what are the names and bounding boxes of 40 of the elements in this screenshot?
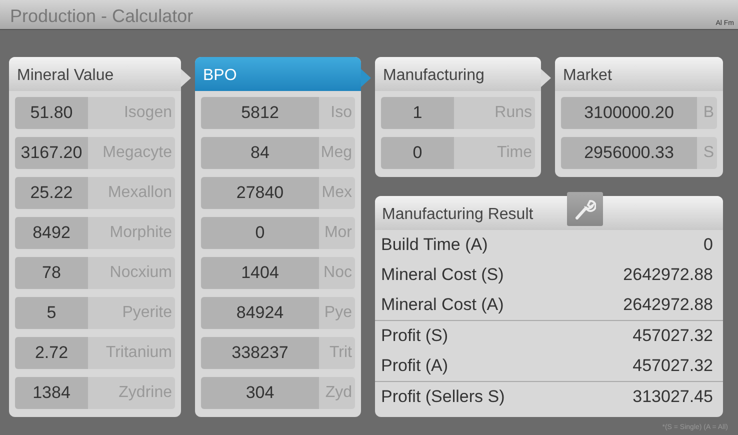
result-value: 2642972.88 xyxy=(623,264,713,286)
value-field[interactable]: 2956000.33 xyxy=(561,137,697,169)
result-label: Profit (A) xyxy=(381,355,448,378)
value-field[interactable]: 1404 xyxy=(201,257,319,289)
result-label: Profit (S) xyxy=(381,325,448,348)
value-field[interactable]: 2.72 xyxy=(15,337,88,369)
result-value: 0 xyxy=(704,234,713,256)
panel-title: Manufacturing Result xyxy=(382,205,534,225)
value-field[interactable]: 84924 xyxy=(201,297,319,329)
value-field[interactable]: 84 xyxy=(201,137,319,169)
value-field[interactable]: 1384 xyxy=(15,377,88,409)
result-label: Profit (Sellers S) xyxy=(381,386,505,408)
value-field[interactable]: 78 xyxy=(15,257,88,289)
value-field[interactable]: 0 xyxy=(381,137,454,169)
value-field[interactable]: 51.80 xyxy=(15,97,88,129)
value-field[interactable]: 5 xyxy=(15,297,88,329)
value-field[interactable]: 3100000.20 xyxy=(561,97,697,129)
panel-tab[interactable]: Manufacturing xyxy=(375,57,541,91)
window-title: Production - Calculator xyxy=(9,5,194,28)
value-field[interactable]: 25.22 xyxy=(15,177,88,209)
value-field[interactable]: 27840 xyxy=(201,177,319,209)
panel-tab[interactable]: BPO xyxy=(195,57,361,91)
value-field[interactable]: 338237 xyxy=(201,337,319,369)
result-label: Mineral Cost (S) xyxy=(381,264,504,286)
value-field[interactable]: 5812 xyxy=(201,97,319,129)
result-value: 457027.32 xyxy=(632,325,713,348)
value-field[interactable]: 3167.20 xyxy=(15,137,88,169)
value-field[interactable]: 304 xyxy=(201,377,319,409)
value-field[interactable]: 0 xyxy=(201,217,319,249)
result-label: Mineral Cost (A) xyxy=(381,294,504,316)
value-field[interactable]: 1 xyxy=(381,97,454,129)
result-value: 2642972.88 xyxy=(623,294,713,316)
result-label: Build Time (A) xyxy=(381,234,488,256)
tools-button[interactable] xyxy=(567,192,603,226)
result-value: 457027.32 xyxy=(632,355,713,378)
panel-tab[interactable]: Market xyxy=(555,57,723,91)
wrench-icon xyxy=(574,198,596,220)
result-value: 313027.45 xyxy=(632,386,713,408)
value-field[interactable]: 8492 xyxy=(15,217,88,249)
panel-tab[interactable]: Mineral Value xyxy=(9,57,181,91)
